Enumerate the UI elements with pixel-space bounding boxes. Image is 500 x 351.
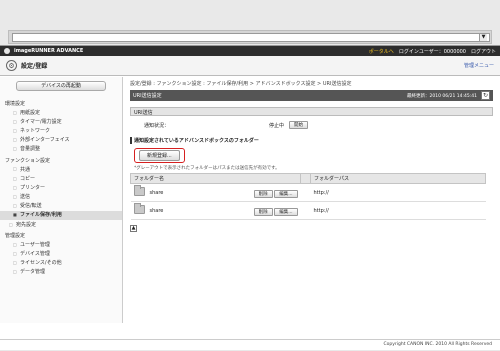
sidebar-item[interactable]: 宛先設定: [0, 220, 122, 229]
folder-table: フォルダー名 フォルダーパス share 削除 編集... http://share…: [130, 173, 486, 220]
page-header: URI送信設定 最終更新：2010 06/21 14:45:41 ↻: [130, 90, 493, 101]
sidebar-item[interactable]: ファイル保存/利用: [0, 210, 122, 221]
title-bar: ⚙ 設定/登録 管理メニュー: [0, 56, 500, 76]
sidebar-item[interactable]: ライセンス/その他: [0, 259, 122, 268]
folder-icon: [133, 202, 145, 214]
new-register-highlight: 新規登録...: [134, 148, 185, 163]
actions-cell: [300, 201, 311, 220]
last-updated: 最終更新：2010 06/21 14:45:41: [407, 93, 477, 99]
address-dropdown-button[interactable]: ▼: [479, 34, 487, 41]
product-name: imageRUNNER ADVANCE: [14, 48, 84, 54]
sidebar-section-label: ファンクション設定: [5, 157, 51, 164]
page-section-title: 設定/登録: [21, 63, 48, 70]
sidebar-item[interactable]: 音量調整: [0, 145, 122, 154]
edit-button[interactable]: 編集...: [274, 207, 298, 216]
table-row: share 削除 編集... http://: [130, 183, 486, 202]
sidebar-item[interactable]: タイマー/電力設定: [0, 117, 122, 126]
delete-button[interactable]: 削除: [253, 189, 273, 198]
notify-status: 停止中: [269, 122, 285, 129]
sidebar-section-label: 環境設定: [5, 101, 26, 107]
page-title: URI送信設定: [133, 93, 162, 99]
brand-bar: imageRUNNER ADVANCE ポータルへ ログインユーザー：00000…: [0, 46, 500, 56]
folder-path: http://: [310, 201, 486, 220]
address-bar[interactable]: ▼: [12, 33, 490, 42]
folder-name-cell: share 削除 編集...: [130, 201, 301, 220]
restart-device-button[interactable]: デバイスの再起動: [16, 81, 106, 91]
folder-path: http://: [310, 183, 486, 202]
refresh-icon[interactable]: ↻: [481, 91, 490, 100]
sidebar-item[interactable]: 用紙設定: [0, 108, 122, 117]
logout-link[interactable]: ログアウト: [471, 48, 496, 55]
folder-icon: [133, 184, 145, 196]
admin-menu-link[interactable]: 管理メニュー: [464, 62, 494, 69]
remote-ui: imageRUNNER ADVANCE ポータルへ ログインユーザー：00000…: [0, 45, 500, 350]
sidebar-item[interactable]: ユーザー管理: [0, 240, 122, 249]
start-button[interactable]: 開始: [289, 121, 309, 129]
login-user: ログインユーザー：0000000: [398, 48, 466, 55]
folders-heading: 通知設定されているアドバンスドボックスのフォルダー: [130, 137, 493, 144]
breadcrumb: 設定/登録 : ファンクション設定 : ファイル保存/利用 > アドバンスドボッ…: [130, 81, 352, 87]
notify-label: 通知状況：: [144, 122, 170, 129]
main-panel: 設定/登録 : ファンクション設定 : ファイル保存/利用 > アドバンスドボッ…: [130, 77, 493, 323]
sidebar-item[interactable]: 外部インターフェイス: [0, 136, 122, 145]
settings-gear-icon: ⚙: [6, 60, 17, 71]
notify-status-row: 通知状況： 停止中 開始: [130, 116, 493, 134]
col-folder-name: フォルダー名: [130, 173, 301, 184]
sidebar-item[interactable]: ネットワーク: [0, 126, 122, 135]
sidebar-item[interactable]: 送信: [0, 193, 122, 202]
sidebar-item[interactable]: コピー: [0, 174, 122, 183]
col-folder-path: フォルダーパス: [310, 173, 486, 184]
col-actions: [300, 173, 311, 184]
actions-cell: [300, 183, 311, 202]
sidebar-item[interactable]: データ管理: [0, 268, 122, 277]
folder-name: share: [149, 207, 164, 214]
sidebar-section-label: 管理設定: [5, 233, 26, 240]
sidebar-menu: 環境設定用紙設定タイマー/電力設定ネットワーク外部インターフェイス音量調整ファン…: [0, 97, 122, 277]
screen: ▼ imageRUNNER ADVANCE ポータルへ ログインユーザー：000…: [0, 0, 500, 350]
canon-logo-icon: [4, 48, 10, 54]
table-row: share 削除 編集... http://: [130, 201, 486, 220]
sidebar-item[interactable]: 共通: [0, 165, 122, 174]
browser-toolbar: ▼: [8, 30, 492, 44]
chevron-down-icon: ▼: [481, 34, 486, 40]
folder-note: *グレーアウトで表示されたフォルダーはパスまたは送信先が有効です。: [134, 166, 280, 171]
scroll-top-icon[interactable]: ▲: [130, 225, 137, 232]
folder-name: share: [149, 189, 164, 196]
sidebar: デバイスの再起動 環境設定用紙設定タイマー/電力設定ネットワーク外部インターフェ…: [0, 77, 123, 323]
uri-section-header: URI送信: [130, 107, 493, 116]
new-register-button[interactable]: 新規登録...: [139, 150, 180, 161]
delete-button[interactable]: 削除: [253, 207, 273, 216]
footer: Copyright CANON INC. 2010 All Rights Res…: [0, 339, 500, 351]
sidebar-item[interactable]: デバイス管理: [0, 249, 122, 258]
edit-button[interactable]: 編集...: [274, 189, 298, 198]
folder-name-cell: share 削除 編集...: [130, 183, 301, 202]
portal-link[interactable]: ポータルへ: [369, 48, 394, 55]
content-area: デバイスの再起動 環境設定用紙設定タイマー/電力設定ネットワーク外部インターフェ…: [0, 77, 500, 347]
sidebar-item[interactable]: 受信/転送: [0, 202, 122, 211]
sidebar-item[interactable]: プリンター: [0, 183, 122, 192]
table-header-row: フォルダー名 フォルダーパス: [130, 173, 486, 184]
